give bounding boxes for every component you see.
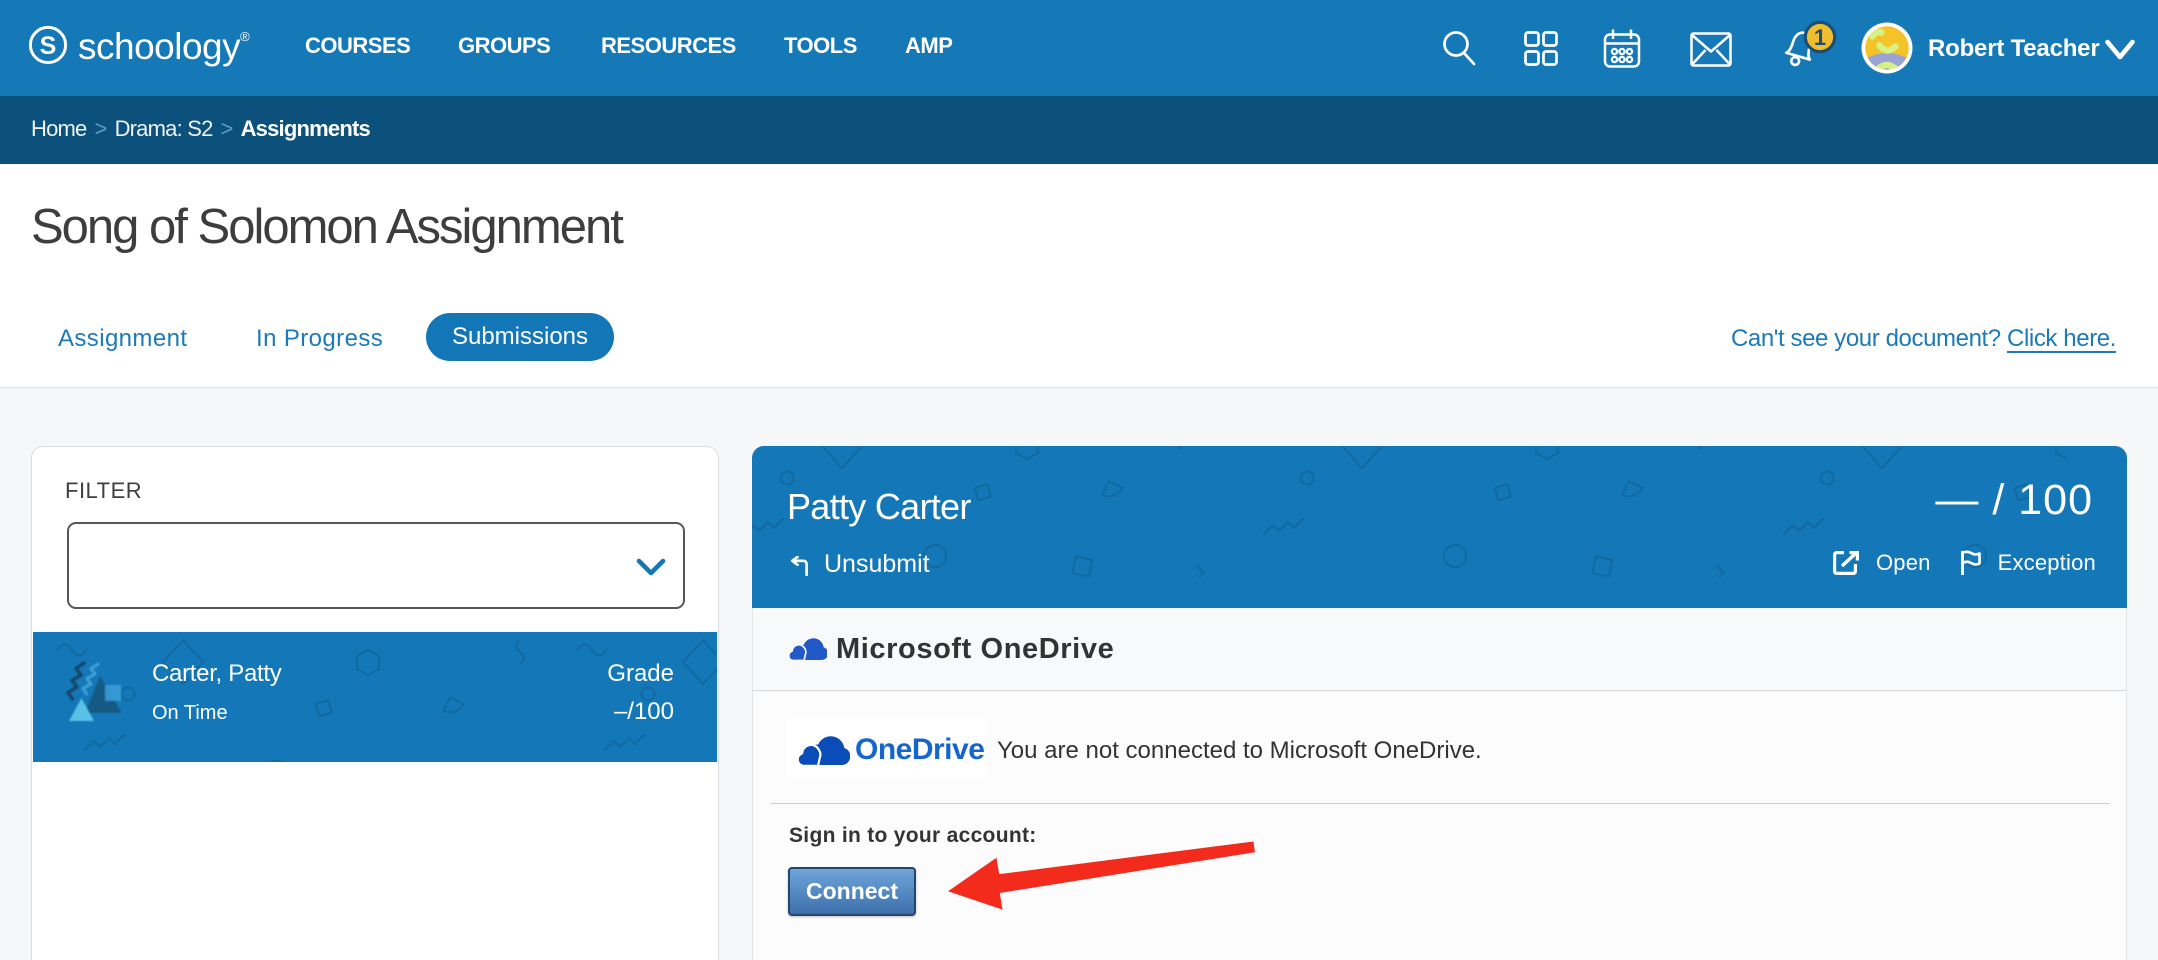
svg-text:1: 1 <box>1814 25 1826 50</box>
